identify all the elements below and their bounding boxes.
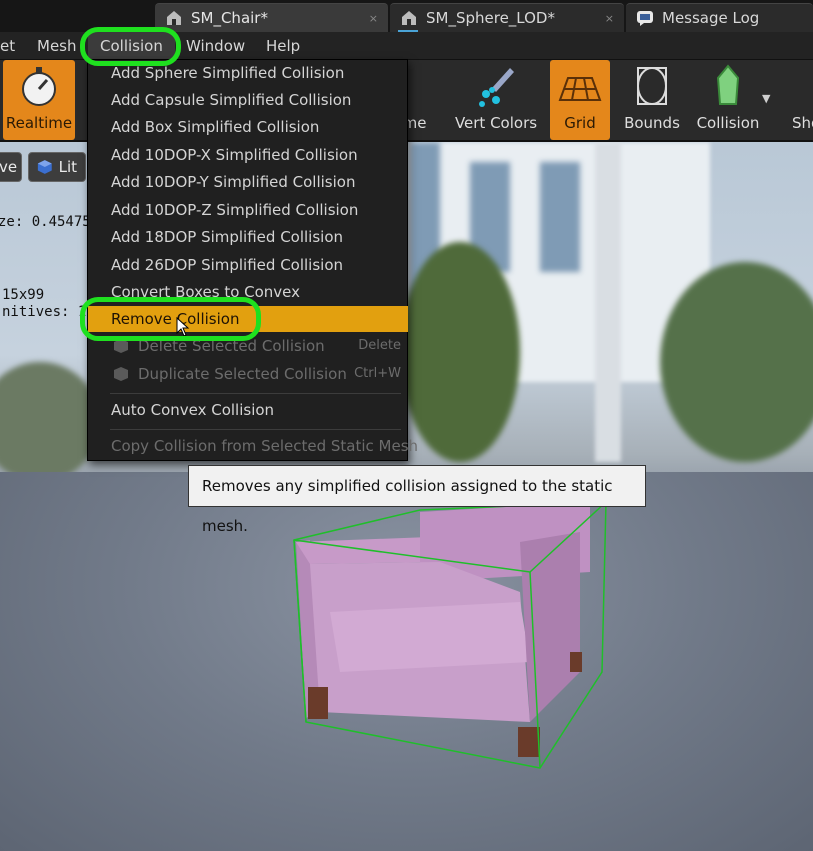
view-mode-button[interactable]: ve	[0, 152, 22, 182]
stat-primitives: nitives: 1	[2, 304, 87, 320]
bounds-icon	[637, 67, 667, 105]
menu-item-add-capsule[interactable]: Add Capsule Simplified Collision	[111, 87, 351, 113]
menu-item-add-10dop-x[interactable]: Add 10DOP-X Simplified Collision	[111, 142, 358, 168]
menu-separator	[110, 393, 401, 394]
tab-label: SM_Sphere_LOD*	[426, 9, 555, 27]
menu-item-add-26dop[interactable]: Add 26DOP Simplified Collision	[111, 252, 343, 278]
building-window	[540, 162, 580, 272]
static-mesh-icon	[402, 11, 416, 25]
menu-mesh[interactable]: Mesh	[37, 32, 77, 60]
tab-message-log[interactable]: Message Log	[626, 3, 813, 32]
grid-button[interactable]: Grid	[550, 60, 610, 140]
menu-item-duplicate-selected: Duplicate Selected Collision	[138, 365, 347, 383]
annotation-ring-collision-menu	[80, 27, 181, 66]
menu-item-add-box[interactable]: Add Box Simplified Collision	[111, 114, 319, 140]
close-icon[interactable]: ×	[605, 12, 614, 25]
shortcut-delete: Delete	[358, 338, 401, 353]
stopwatch-icon	[22, 67, 56, 106]
menu-item-add-18dop[interactable]: Add 18DOP Simplified Collision	[111, 224, 343, 250]
menu-item-add-10dop-z[interactable]: Add 10DOP-Z Simplified Collision	[111, 197, 358, 223]
stat-size: ze: 0.454752	[0, 214, 100, 230]
show-button[interactable]: Sho	[784, 60, 813, 140]
tab-sm-chair[interactable]: SM_Chair* ×	[155, 3, 388, 32]
menu-help[interactable]: Help	[266, 32, 300, 60]
chevron-down-icon[interactable]: ▼	[762, 92, 770, 105]
duplicate-collision-icon	[114, 367, 128, 381]
tool-label: Sho	[792, 114, 813, 132]
view-mode-label: ve	[0, 158, 18, 176]
tool-label: Vert Colors	[454, 114, 538, 132]
chair-mesh[interactable]	[280, 482, 620, 782]
stat-uv: 15x99	[2, 287, 45, 303]
background-tree	[660, 262, 813, 462]
close-icon[interactable]: ×	[369, 12, 378, 25]
shortcut-duplicate: Ctrl+W	[354, 366, 401, 381]
tooltip: Removes any simplified collision assigne…	[188, 465, 646, 535]
bounds-button[interactable]: Bounds	[614, 60, 690, 140]
lit-label: Lit	[58, 158, 77, 176]
menu-item-auto-convex[interactable]: Auto Convex Collision	[111, 397, 274, 423]
annotation-ring-remove-collision	[80, 297, 261, 341]
menu-asset[interactable]: et	[0, 32, 15, 60]
background-tree	[0, 362, 100, 482]
vert-colors-icon	[479, 68, 514, 107]
message-log-icon	[637, 11, 653, 26]
collision-button[interactable]: Collision	[692, 60, 764, 140]
menu-item-add-10dop-y[interactable]: Add 10DOP-Y Simplified Collision	[111, 169, 355, 195]
menu-window[interactable]: Window	[186, 32, 245, 60]
realtime-button[interactable]: Realtime	[3, 60, 75, 140]
cube-icon	[37, 160, 52, 174]
tool-label: Grid	[564, 114, 596, 132]
building-column	[595, 142, 621, 462]
static-mesh-icon	[167, 11, 181, 25]
menu-separator	[110, 429, 401, 430]
tab-label: Message Log	[662, 9, 760, 27]
menu-item-copy-collision: Copy Collision from Selected Static Mesh	[111, 437, 419, 455]
collision-menu: Add Sphere Simplified Collision Add Caps…	[87, 59, 418, 461]
tool-label: Collision	[696, 114, 760, 132]
tab-label: SM_Chair*	[191, 9, 268, 27]
grid-icon	[558, 77, 602, 101]
lit-button[interactable]: Lit	[28, 152, 86, 182]
vert-colors-button[interactable]: Vert Colors	[452, 60, 540, 140]
tool-label: Bounds	[624, 114, 680, 132]
collision-icon	[716, 64, 740, 105]
tab-sm-sphere-lod[interactable]: SM_Sphere_LOD* ×	[390, 3, 624, 32]
background-tree	[400, 242, 520, 462]
tool-label: Realtime	[5, 114, 73, 132]
